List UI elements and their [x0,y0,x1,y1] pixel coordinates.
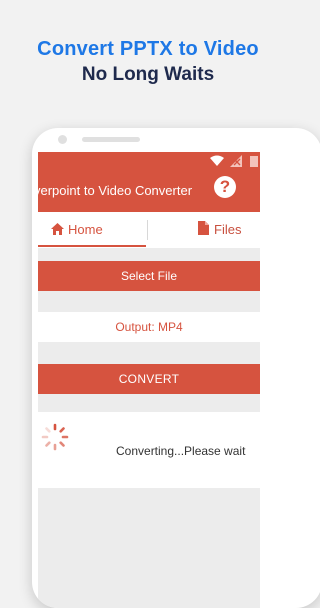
tab-files[interactable]: Files [148,212,260,248]
home-icon [51,223,64,235]
phone-speaker [82,137,140,142]
wifi-icon [210,155,224,166]
progress-dialog: Converting...Please wait [38,412,260,488]
promo-headline: Convert PPTX to Video [37,38,259,60]
tab-files-label: Files [214,222,242,237]
signal-icon [230,155,242,167]
progress-message: Converting...Please wait [116,444,246,458]
loading-spinner-icon [41,423,69,451]
output-format-selector[interactable]: Output: MP4 [38,312,260,342]
app-screen: verpoint to Video Converter ? Home Files… [38,152,260,608]
app-title: verpoint to Video Converter [38,183,193,198]
promo-subheadline: No Long Waits [81,64,215,85]
tab-home[interactable]: Home [38,212,146,248]
phone-camera [58,135,67,144]
active-tab-indicator [38,245,146,247]
status-bar [38,152,260,170]
select-file-button[interactable]: Select File [38,261,260,291]
app-bar: verpoint to Video Converter ? [38,170,260,212]
tab-bar: Home Files [38,212,260,248]
help-icon[interactable]: ? [214,176,236,198]
convert-button[interactable]: CONVERT [38,364,260,394]
tab-home-label: Home [68,222,103,237]
file-icon [198,221,209,235]
battery-icon [250,156,258,167]
phone-frame: verpoint to Video Converter ? Home Files… [32,128,320,608]
